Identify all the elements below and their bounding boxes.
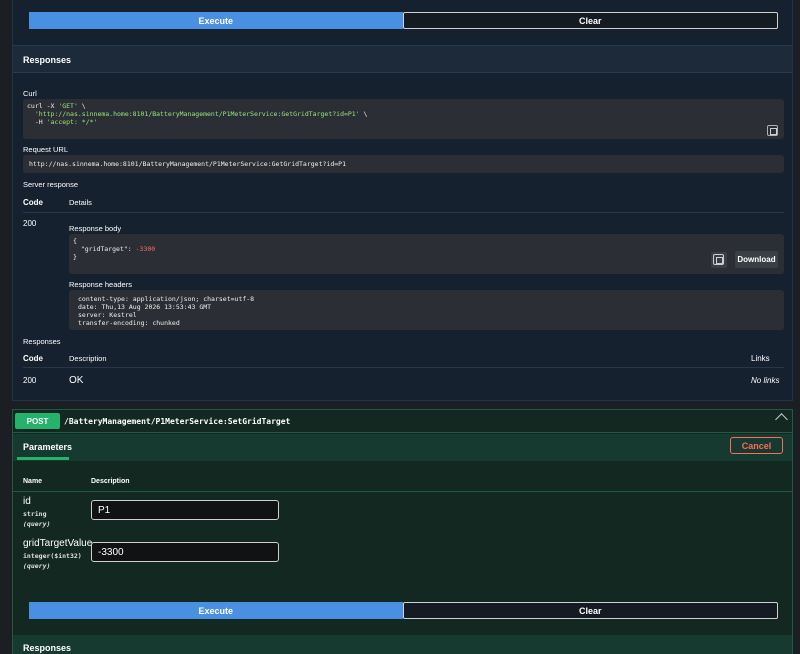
response-headers: content-type: application/json; charset=… <box>78 295 255 327</box>
response-body-label: Response body <box>69 224 122 233</box>
operation-summary[interactable]: POST /BatteryManagement/P1MeterService:S… <box>13 410 792 433</box>
responses-section-header: Responses <box>13 45 792 73</box>
response-headers-box: content-type: application/json; charset=… <box>69 290 784 330</box>
tab-indicator <box>17 457 69 460</box>
curl-label: Curl <box>23 89 37 98</box>
execute-button[interactable]: Execute <box>29 602 403 619</box>
links-column-header: Links <box>751 354 770 363</box>
execute-button[interactable]: Execute <box>29 12 403 29</box>
copy-body-button[interactable] <box>711 252 727 268</box>
response-code: 200 <box>23 219 37 228</box>
param-type: string <box>23 510 47 518</box>
cancel-button[interactable]: Cancel <box>730 437 783 454</box>
responses-label: Responses <box>23 337 61 346</box>
copy-icon <box>713 254 724 265</box>
divider <box>23 367 784 368</box>
param-location: (query) <box>23 562 51 570</box>
clear-button[interactable]: Clear <box>402 12 778 29</box>
description-column-header: Description <box>69 354 107 363</box>
divider <box>23 212 784 213</box>
get-operation-block: Execute Clear Responses Curl curl -X 'GE… <box>12 0 793 401</box>
curl-code: curl -X 'GET' \ 'http://nas.sinnema.home… <box>27 102 368 126</box>
method-badge: POST <box>15 413 60 429</box>
details-column-header: Details <box>69 198 92 207</box>
chevron-up-icon[interactable] <box>775 413 788 426</box>
download-button[interactable]: Download <box>735 251 778 268</box>
documented-response-description: OK <box>69 375 84 386</box>
responses-title: Responses <box>23 643 72 653</box>
response-body: { "gridTarget": -3300 } <box>73 237 156 261</box>
request-url-box: http://nas.sinnema.home:8101/BatteryMana… <box>23 155 784 173</box>
description-column-header: Description <box>91 478 130 485</box>
divider <box>13 491 792 492</box>
param-name-gridtargetvalue: gridTargetValue <box>23 538 93 549</box>
operation-path: /BatteryManagement/P1MeterService:SetGri… <box>64 417 291 426</box>
request-url-label: Request URL <box>23 145 69 154</box>
code-column-header: Code <box>23 198 43 207</box>
post-operation-block: POST /BatteryManagement/P1MeterService:S… <box>12 409 793 654</box>
execute-clear-row: Execute Clear <box>29 602 778 619</box>
curl-code-box: curl -X 'GET' \ 'http://nas.sinnema.home… <box>23 99 784 139</box>
param-type: integer($int32) <box>23 552 82 560</box>
gridtargetvalue-input[interactable]: -3300 <box>91 542 279 562</box>
copy-icon[interactable] <box>767 125 778 136</box>
tab-parameters[interactable]: Parameters <box>23 442 72 452</box>
responses-section-header: Responses <box>13 635 792 654</box>
execute-clear-row: Execute Clear <box>29 12 778 29</box>
server-response-label: Server response <box>23 180 79 189</box>
clear-button[interactable]: Clear <box>402 602 778 619</box>
request-url: http://nas.sinnema.home:8101/BatteryMana… <box>29 160 346 168</box>
response-body-box: { "gridTarget": -3300 } Download <box>69 234 784 274</box>
documented-response-code: 200 <box>23 376 37 385</box>
responses-title: Responses <box>23 55 72 65</box>
response-headers-label: Response headers <box>69 280 132 289</box>
parameters-header: Parameters Cancel <box>13 434 792 461</box>
documented-response-links: No links <box>751 376 780 385</box>
name-column-header: Name <box>23 478 43 485</box>
param-location: (query) <box>23 520 51 528</box>
id-input[interactable]: P1 <box>91 500 279 520</box>
code-column-header: Code <box>23 354 43 363</box>
param-name-id: id <box>23 496 31 507</box>
